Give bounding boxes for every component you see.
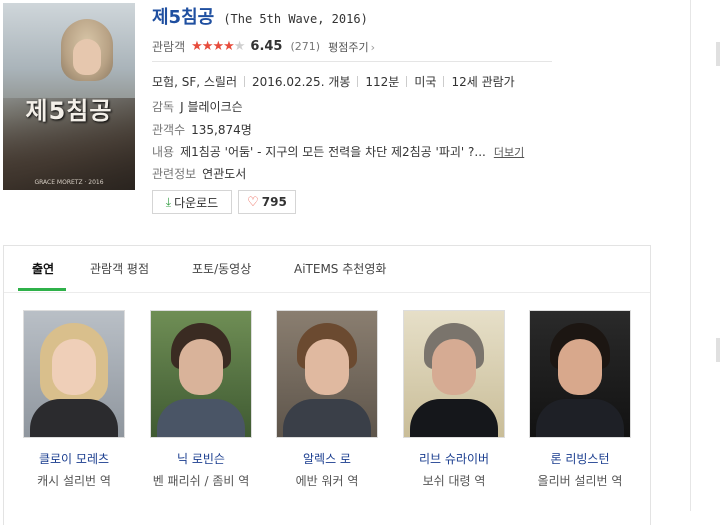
active-tab-indicator — [18, 288, 66, 291]
cast-role: 에반 워커 역 — [295, 474, 359, 488]
download-label: 다운로드 — [174, 195, 219, 210]
movie-meta: 모험, SF, 스릴러 2016.02.25. 개봉 112분 미국 12세 관람가 — [152, 73, 515, 90]
synopsis-label: 내용 — [152, 145, 175, 159]
heart-icon: ♡ — [247, 194, 259, 210]
star-empty-icon: ★ — [233, 39, 246, 54]
body-shape — [157, 399, 245, 437]
page-right-divider — [690, 0, 691, 511]
cast-item[interactable]: 클로이 모레츠 캐시 설리번 역 — [23, 310, 125, 489]
audience-count: 135,874명 — [191, 123, 252, 137]
star-icon: ★ — [191, 39, 203, 54]
poster-title: 제5침공 — [25, 97, 113, 125]
body-shape — [410, 399, 498, 437]
cast-photo[interactable] — [276, 310, 378, 438]
tab-cast[interactable]: 출연 — [32, 260, 54, 277]
cast-name[interactable]: 론 리빙스턴 — [529, 450, 631, 467]
face-shape — [432, 339, 476, 395]
download-button[interactable]: ⤓ 다운로드 — [152, 190, 232, 214]
audience-row: 관객수 135,874명 — [152, 121, 252, 138]
scroll-indicator-bottom — [716, 338, 720, 362]
like-count: 795 — [261, 195, 287, 209]
cast-photo[interactable] — [150, 310, 252, 438]
runtime: 112분 — [365, 75, 400, 89]
star-half-icon: ★ — [223, 39, 235, 54]
age-rating: 12세 관람가 — [451, 75, 515, 89]
cast-item[interactable]: 닉 로빈슨 벤 패리쉬 / 좀비 역 — [150, 310, 252, 489]
cast-photo[interactable] — [529, 310, 631, 438]
body-shape — [536, 399, 624, 437]
rating-score: 6.45 — [250, 39, 283, 54]
cast-photo[interactable] — [403, 310, 505, 438]
cast-name[interactable]: 닉 로빈슨 — [150, 450, 252, 467]
cast-name[interactable]: 리브 슈라이버 — [403, 450, 505, 467]
movie-poster[interactable]: 제5침공 GRACE MORETZ · 2016 — [3, 3, 135, 190]
cast-item[interactable]: 알렉스 로 에반 워커 역 — [276, 310, 378, 489]
country: 미국 — [414, 75, 437, 89]
cast-name[interactable]: 클로이 모레츠 — [23, 450, 125, 467]
cast-item[interactable]: 리브 슈라이버 보쉬 대령 역 — [403, 310, 505, 489]
body-shape — [283, 399, 371, 437]
face-shape — [52, 339, 96, 395]
face-shape — [179, 339, 223, 395]
face-shape — [558, 339, 602, 395]
genre: 모험, SF, 스릴러 — [152, 75, 237, 89]
more-link[interactable]: 더보기 — [494, 146, 524, 159]
tab-aitems-recommend[interactable]: AiTEMS 추천영화 — [294, 260, 386, 277]
related-label: 관련정보 — [152, 167, 197, 181]
related-books-link[interactable]: 연관도서 — [202, 167, 246, 181]
poster-credit: GRACE MORETZ · 2016 — [34, 179, 104, 186]
meta-separator — [357, 76, 359, 87]
tab-audience-rating[interactable]: 관람객 평점 — [90, 260, 149, 277]
meta-separator — [243, 76, 245, 87]
body-shape — [30, 399, 118, 437]
director-row: 감독 J 블레이크슨 — [152, 98, 243, 115]
rating-count: (271) — [290, 40, 321, 53]
star-icon: ★ — [201, 39, 214, 54]
audience-label: 관객수 — [152, 123, 186, 137]
related-row: 관련정보 연관도서 — [152, 165, 246, 182]
cast-role: 캐시 설리번 역 — [37, 474, 111, 488]
synopsis-row: 내용 제1침공 '어둠' - 지구의 모든 전력을 차단 제2침공 '파괴' ?.… — [152, 143, 524, 160]
info-divider — [152, 61, 552, 62]
rating-label: 관람객 — [152, 40, 186, 54]
tab-bar: 출연 관람객 평점 포토/동영상 AiTEMS 추천영화 — [4, 246, 650, 293]
meta-separator — [443, 76, 445, 87]
rating-row: 관람객 ★★★★★ 6.45 (271) 평점주기 — [152, 38, 375, 55]
movie-original-title: (The 5th Wave, 2016) — [223, 12, 368, 26]
meta-separator — [406, 76, 408, 87]
cast-photo[interactable] — [23, 310, 125, 438]
director-label: 감독 — [152, 100, 175, 114]
movie-title[interactable]: 제5침공 — [152, 7, 214, 28]
release-date: 2016.02.25. 개봉 — [251, 75, 351, 89]
movie-title-row: 제5침공 (The 5th Wave, 2016) — [152, 3, 368, 29]
rate-movie-link[interactable]: 평점주기 — [328, 39, 375, 55]
star-rating: ★★★★★ — [191, 39, 246, 54]
download-arrow-icon: ⤓ — [165, 194, 172, 209]
cast-role: 벤 패리쉬 / 좀비 역 — [152, 474, 250, 488]
cast-role: 보쉬 대령 역 — [422, 474, 486, 488]
cast-name[interactable]: 알렉스 로 — [276, 450, 378, 467]
director-name[interactable]: J 블레이크슨 — [180, 100, 243, 114]
cast-item[interactable]: 론 리빙스턴 올리버 설리번 역 — [529, 310, 631, 489]
tab-photo-video[interactable]: 포토/동영상 — [192, 260, 251, 277]
scroll-indicator-top — [716, 42, 720, 66]
synopsis-text: 제1침공 '어둠' - 지구의 모든 전력을 차단 제2침공 '파괴' ?... — [180, 145, 486, 159]
like-button[interactable]: ♡ 795 — [238, 190, 296, 214]
star-icon: ★ — [212, 39, 224, 54]
face-shape — [305, 339, 349, 395]
poster-figure-face — [73, 39, 101, 75]
cast-role: 올리버 설리번 역 — [537, 474, 623, 488]
